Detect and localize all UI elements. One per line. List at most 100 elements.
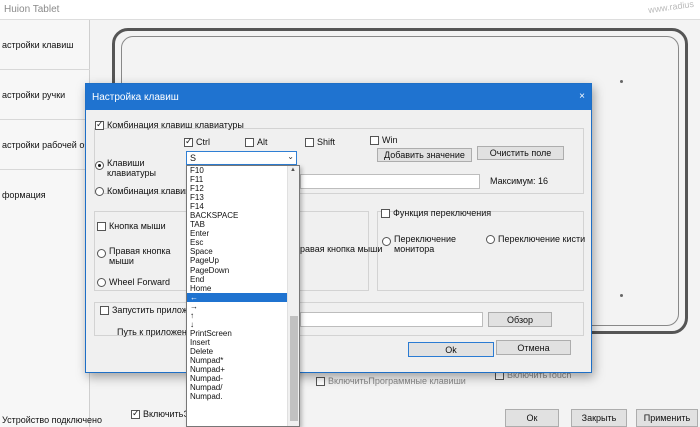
dropdown-option[interactable]: Numpad- bbox=[187, 374, 287, 383]
ctrl-label: Ctrl bbox=[196, 137, 210, 147]
wheel-forward-option[interactable]: Wheel Forward bbox=[97, 277, 170, 287]
dropdown-option[interactable]: Insert bbox=[187, 338, 287, 347]
alt-label: Alt bbox=[257, 137, 268, 147]
right-mouse-label-truncated: равая кнопка мыши bbox=[300, 244, 383, 254]
switch-monitor-label-line2: монитора bbox=[394, 244, 435, 254]
mouse-button-option[interactable]: Кнопка мыши bbox=[97, 221, 166, 231]
clear-field-button[interactable]: Очистить поле bbox=[477, 146, 564, 160]
sidebar-item-information[interactable]: формация bbox=[0, 170, 90, 220]
keyboard-keys-radio[interactable] bbox=[95, 161, 104, 170]
switch-monitor-option[interactable]: Переключение монитора bbox=[382, 234, 456, 254]
dropdown-option[interactable]: F13 bbox=[187, 193, 287, 202]
dialog-cancel-button[interactable]: Отмена bbox=[496, 340, 571, 355]
right-mouse-option[interactable]: Правая кнопка мыши bbox=[97, 246, 170, 266]
app-title: Huion Tablet bbox=[4, 4, 60, 15]
dialog-titlebar: Настройка клавиш × bbox=[86, 84, 591, 110]
win-label: Win bbox=[382, 135, 398, 145]
mouse-button-checkbox[interactable] bbox=[97, 221, 106, 231]
switch-brush-label: Переключение кисти bbox=[498, 234, 586, 244]
dropdown-option[interactable]: PrintScreen bbox=[187, 329, 287, 338]
right-mouse-radio[interactable] bbox=[97, 249, 106, 258]
switch-monitor-label: Переключение монитора bbox=[394, 234, 456, 254]
wheel-forward-radio[interactable] bbox=[97, 277, 106, 287]
dropdown-option[interactable]: Esc bbox=[187, 238, 287, 247]
dialog-ok-button[interactable]: Ok bbox=[408, 342, 494, 357]
main-titlebar: Huion Tablet www.radius bbox=[0, 0, 700, 20]
dropdown-option[interactable]: BACKSPACE bbox=[187, 211, 287, 220]
main-close-button[interactable]: Закрыть bbox=[571, 409, 627, 427]
switch-brush-option[interactable]: Переключение кисти bbox=[486, 234, 585, 244]
combination-radio[interactable] bbox=[95, 186, 104, 196]
sidebar-item-key-settings[interactable]: астройки клавиш bbox=[0, 20, 90, 70]
sidebar-item-work-area-settings[interactable]: астройки рабочей обла bbox=[0, 120, 90, 170]
key-combination-checkbox[interactable] bbox=[95, 119, 104, 130]
combination-option[interactable]: Комбинация клавиш bbox=[95, 186, 192, 196]
maximum-label: Максимум: 16 bbox=[490, 176, 549, 186]
close-icon[interactable]: × bbox=[579, 91, 585, 102]
sidebar-item-pen-settings[interactable]: астройки ручки bbox=[0, 70, 90, 120]
modifier-shift[interactable]: Shift bbox=[305, 137, 335, 147]
main-apply-button[interactable]: Применить bbox=[636, 409, 698, 427]
dialog-title: Настройка клавиш bbox=[92, 92, 179, 103]
combination-label: Комбинация клавиш bbox=[107, 186, 193, 196]
key-select[interactable]: S ⌄ bbox=[186, 151, 297, 165]
combination-display-field[interactable] bbox=[300, 174, 480, 189]
switch-function-checkbox[interactable] bbox=[381, 208, 390, 218]
dropdown-option[interactable]: PageDown bbox=[187, 266, 287, 275]
launch-app-option[interactable]: Запустить приложе bbox=[100, 305, 193, 315]
main-ok-button[interactable]: Ок bbox=[505, 409, 559, 427]
dropdown-option[interactable]: Numpad/ bbox=[187, 383, 287, 392]
sidebar-item-label: формация bbox=[2, 190, 46, 200]
app-path-label: Путь к приложени bbox=[117, 327, 192, 337]
tablet-marker-dot bbox=[620, 294, 623, 297]
dropdown-option[interactable]: → bbox=[187, 302, 287, 311]
dropdown-option[interactable]: TAB bbox=[187, 220, 287, 229]
chevron-down-icon[interactable]: ⌄ bbox=[287, 152, 294, 161]
dropdown-option[interactable]: PageUp bbox=[187, 256, 287, 265]
dropdown-option[interactable]: Numpad+ bbox=[187, 365, 287, 374]
dropdown-option[interactable]: F14 bbox=[187, 202, 287, 211]
dropdown-option[interactable]: ↓ bbox=[187, 320, 287, 329]
enable-express-keys-checkbox[interactable] bbox=[131, 408, 140, 419]
alt-checkbox[interactable] bbox=[245, 137, 254, 147]
modifier-win[interactable]: Win bbox=[370, 135, 398, 145]
keyboard-keys-option[interactable]: Клавиши клавиатуры bbox=[95, 158, 156, 178]
key-dropdown-items: F10 F11 F12 F13 F14 BACKSPACE TAB Enter Esc Space… bbox=[187, 166, 299, 401]
ctrl-checkbox[interactable] bbox=[184, 136, 193, 147]
scroll-up-icon[interactable]: ▲ bbox=[290, 167, 296, 173]
dropdown-option[interactable]: Enter bbox=[187, 229, 287, 238]
enable-program-keys-option[interactable]: ВключитьПрограммные клавиши bbox=[316, 376, 466, 386]
switch-monitor-radio[interactable] bbox=[382, 237, 391, 246]
dropdown-option[interactable]: Space bbox=[187, 247, 287, 256]
dropdown-option[interactable]: F11 bbox=[187, 175, 287, 184]
switch-brush-radio[interactable] bbox=[486, 234, 495, 244]
dropdown-option[interactable]: End bbox=[187, 275, 287, 284]
browse-button[interactable]: Обзор bbox=[488, 312, 552, 327]
add-value-button[interactable]: Добавить значение bbox=[377, 148, 472, 162]
dropdown-scrollbar[interactable]: ▲ bbox=[287, 166, 299, 426]
app-path-field[interactable] bbox=[300, 312, 483, 327]
launch-app-checkbox[interactable] bbox=[100, 305, 109, 315]
mouse-button-label: Кнопка мыши bbox=[109, 221, 166, 231]
key-combination-option[interactable]: Комбинация клавиш клавиатуры bbox=[95, 119, 244, 130]
sidebar-item-label: астройки клавиш bbox=[2, 39, 74, 50]
sidebar-item-label: астройки ручки bbox=[2, 89, 66, 100]
device-status: Устройство подключено bbox=[2, 415, 103, 425]
dropdown-option[interactable]: ↑ bbox=[187, 311, 287, 320]
key-combination-label: Комбинация клавиш клавиатуры bbox=[107, 120, 244, 130]
dropdown-option[interactable]: F10 bbox=[187, 166, 287, 175]
dropdown-option[interactable]: Home bbox=[187, 284, 287, 293]
modifier-alt[interactable]: Alt bbox=[245, 137, 268, 147]
shift-checkbox[interactable] bbox=[305, 137, 314, 147]
enable-program-keys-checkbox[interactable] bbox=[316, 376, 325, 386]
switch-function-option[interactable]: Функция переключения bbox=[381, 208, 491, 218]
dropdown-option[interactable]: F12 bbox=[187, 184, 287, 193]
dropdown-scroll-thumb[interactable] bbox=[290, 316, 298, 421]
win-checkbox[interactable] bbox=[370, 135, 379, 145]
dropdown-option[interactable]: ← bbox=[187, 292, 287, 302]
dropdown-option[interactable]: Numpad. bbox=[187, 392, 287, 401]
dropdown-option[interactable]: Numpad* bbox=[187, 356, 287, 365]
modifier-ctrl[interactable]: Ctrl bbox=[184, 136, 210, 147]
dropdown-option[interactable]: Delete bbox=[187, 347, 287, 356]
key-dropdown-list[interactable]: F10 F11 F12 F13 F14 BACKSPACE TAB Enter Esc Space… bbox=[186, 165, 300, 427]
